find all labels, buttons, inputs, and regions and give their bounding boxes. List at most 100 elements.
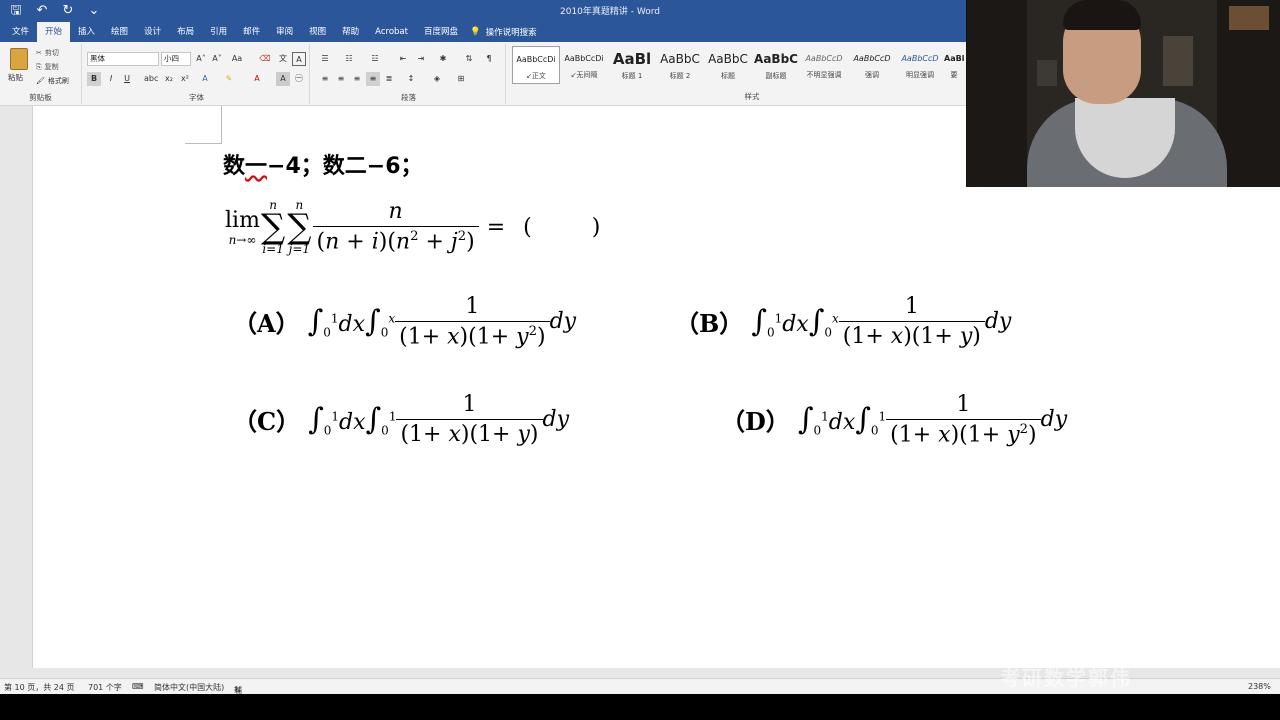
- chinese-layout-icon[interactable]: ✱: [436, 52, 450, 66]
- grow-font-icon[interactable]: A˄: [194, 52, 208, 66]
- paste-icon[interactable]: [10, 48, 28, 70]
- tab-acrobat[interactable]: Acrobat: [367, 22, 416, 42]
- option-b-fraction: 1 (1+ x)(1+ y): [838, 294, 985, 349]
- char-shading-icon[interactable]: A: [276, 72, 290, 86]
- option-d-integrand: ∫01dx∫01: [797, 401, 887, 438]
- font-color-icon[interactable]: A: [250, 72, 264, 86]
- tab-home[interactable]: 开始: [37, 22, 71, 42]
- tell-me-search[interactable]: 💡 操作说明搜索: [470, 26, 537, 38]
- numbering-icon[interactable]: ☷: [342, 52, 356, 66]
- style-no-spacing[interactable]: AaBbCcDi ↙无间隔: [560, 46, 608, 84]
- style-subtle-emphasis[interactable]: AaBbCcD 不明显强调: [800, 46, 848, 84]
- sigma-symbol: ∑: [287, 207, 312, 247]
- paragraph-group-label: 段落: [401, 93, 416, 102]
- borders-icon[interactable]: ⊞: [454, 72, 468, 86]
- option-c: （C） ∫01dx∫01 1 (1+ x)(1+ y) dy: [233, 392, 570, 447]
- option-a: （A） ∫01dx∫0x 1 (1+ x)(1+ y2) dy: [233, 294, 577, 350]
- paste-button[interactable]: 粘贴: [8, 72, 23, 83]
- enclose-char-icon[interactable]: ㊀: [292, 72, 306, 86]
- styles-gallery: AaBbCcDi ↙正文 AaBbCcDi ↙无间隔 AaBl 标题 1 AaB…: [512, 46, 964, 84]
- redo-icon[interactable]: ↻: [60, 2, 76, 20]
- tab-layout[interactable]: 布局: [169, 22, 202, 42]
- align-center-icon[interactable]: ≡: [334, 72, 348, 86]
- cut-button[interactable]: ✂ 剪切: [36, 46, 69, 60]
- bottom-bar: [0, 694, 1280, 720]
- style-heading-2[interactable]: AaBbC 标题 2: [656, 46, 704, 84]
- font-name-combo[interactable]: 黑体: [87, 52, 159, 66]
- tab-help[interactable]: 帮助: [334, 22, 367, 42]
- increase-indent-icon[interactable]: ⇥: [414, 52, 428, 66]
- change-case-icon[interactable]: Aa: [230, 52, 244, 66]
- show-marks-icon[interactable]: ¶: [482, 52, 496, 66]
- italic-icon[interactable]: I: [104, 72, 118, 86]
- style-strong[interactable]: AaBl 要: [944, 46, 964, 84]
- styles-group-label: 样式: [744, 92, 760, 101]
- style-heading-1[interactable]: AaBl 标题 1: [608, 46, 656, 84]
- word-count[interactable]: 701 个字: [88, 682, 122, 693]
- superscript-icon[interactable]: x²: [178, 72, 192, 86]
- page-count[interactable]: 第 10 页，共 24 页: [4, 682, 75, 693]
- summand-fraction: n (n + i)(n2 + j2): [312, 199, 479, 255]
- customize-qat-icon[interactable]: ⌄: [86, 2, 102, 20]
- clear-format-icon[interactable]: ⌫: [258, 52, 272, 66]
- highlight-icon[interactable]: ✎: [222, 72, 236, 86]
- sum-j-operator: n ∑ j=1: [287, 198, 312, 256]
- subscript-icon[interactable]: x₂: [162, 72, 176, 86]
- text-effects-icon[interactable]: A: [198, 72, 212, 86]
- option-c-integrand: ∫01dx∫01: [308, 401, 397, 438]
- tab-mailings[interactable]: 邮件: [235, 22, 268, 42]
- channel-watermark: 考研数学郭伟: [1000, 666, 1132, 690]
- char-border-icon[interactable]: A: [292, 52, 306, 66]
- tab-design[interactable]: 设计: [136, 22, 169, 42]
- option-b: （B） ∫01dx∫0x 1 (1+ x)(1+ y) dy: [675, 294, 1012, 349]
- style-intense-emphasis[interactable]: AaBbCcD 明显强调: [896, 46, 944, 84]
- option-a-integrand: ∫01dx∫0x: [307, 303, 396, 340]
- proofing-icon[interactable]: ⌨: [132, 682, 144, 691]
- option-c-fraction: 1 (1+ x)(1+ y): [396, 392, 543, 447]
- tab-references[interactable]: 引用: [202, 22, 235, 42]
- summand-denominator: (n + i)(n2 + j2): [312, 226, 479, 255]
- tab-review[interactable]: 审阅: [268, 22, 301, 42]
- font-size-combo[interactable]: 小四: [161, 52, 191, 66]
- tab-insert[interactable]: 插入: [70, 22, 103, 42]
- shading-icon[interactable]: ◈: [430, 72, 444, 86]
- bullets-icon[interactable]: ☰: [318, 52, 332, 66]
- tab-baidu-netdisk[interactable]: 百度网盘: [416, 22, 466, 42]
- document-page[interactable]: 数一−4；数二−6； lim n→∞ n ∑ i=1 n ∑ j=1 n (n …: [32, 106, 1280, 668]
- tab-draw[interactable]: 绘图: [103, 22, 136, 42]
- format-painter-button[interactable]: 🖌 格式刷: [36, 74, 69, 88]
- option-d: （D） ∫01dx∫01 1 (1+ x)(1+ y2) dy: [721, 392, 1068, 448]
- clipboard-group: 粘贴 ✂ 剪切 ⎘ 复制 🖌 格式刷 剪贴板: [0, 44, 82, 104]
- option-d-fraction: 1 (1+ x)(1+ y2): [886, 392, 1041, 447]
- line-spacing-icon[interactable]: ↕: [404, 72, 418, 86]
- limit-operator: lim n→∞: [225, 207, 260, 247]
- style-title[interactable]: AaBbC 标题: [704, 46, 752, 84]
- distribute-icon[interactable]: ≣: [382, 72, 396, 86]
- underline-icon[interactable]: U: [120, 72, 134, 86]
- lightbulb-icon: 💡: [469, 27, 481, 37]
- align-left-icon[interactable]: ≡: [318, 72, 332, 86]
- phonetic-guide-icon[interactable]: 文: [276, 52, 290, 66]
- language-indicator[interactable]: 简体中文(中国大陆): [154, 682, 224, 693]
- tab-file[interactable]: 文件: [4, 22, 37, 42]
- justify-icon[interactable]: ≡: [366, 72, 380, 86]
- copy-button[interactable]: ⎘ 复制: [36, 60, 69, 74]
- document-area: 数一−4；数二−6； lim n→∞ n ∑ i=1 n ∑ j=1 n (n …: [0, 106, 1280, 678]
- undo-icon[interactable]: ↶: [34, 2, 50, 20]
- sort-icon[interactable]: ⇅: [462, 52, 476, 66]
- decrease-indent-icon[interactable]: ⇤: [396, 52, 410, 66]
- copy-icon: ⎘: [36, 62, 42, 71]
- font-group-label: 字体: [189, 93, 204, 102]
- style-normal[interactable]: AaBbCcDi ↙正文: [512, 46, 560, 84]
- option-b-integrand: ∫01dx∫0x: [751, 303, 839, 340]
- zoom-level[interactable]: 238%: [1248, 682, 1271, 691]
- style-emphasis[interactable]: AaBbCcD 强调: [848, 46, 896, 84]
- strikethrough-icon[interactable]: abc: [144, 72, 158, 86]
- style-subtitle[interactable]: AaBbC 副标题: [752, 46, 800, 84]
- align-right-icon[interactable]: ≡: [350, 72, 364, 86]
- multilevel-list-icon[interactable]: ☳: [368, 52, 382, 66]
- save-icon[interactable]: 🖫: [8, 2, 24, 20]
- tab-view[interactable]: 视图: [301, 22, 334, 42]
- bold-icon[interactable]: B: [87, 72, 101, 86]
- shrink-font-icon[interactable]: A˅: [210, 52, 224, 66]
